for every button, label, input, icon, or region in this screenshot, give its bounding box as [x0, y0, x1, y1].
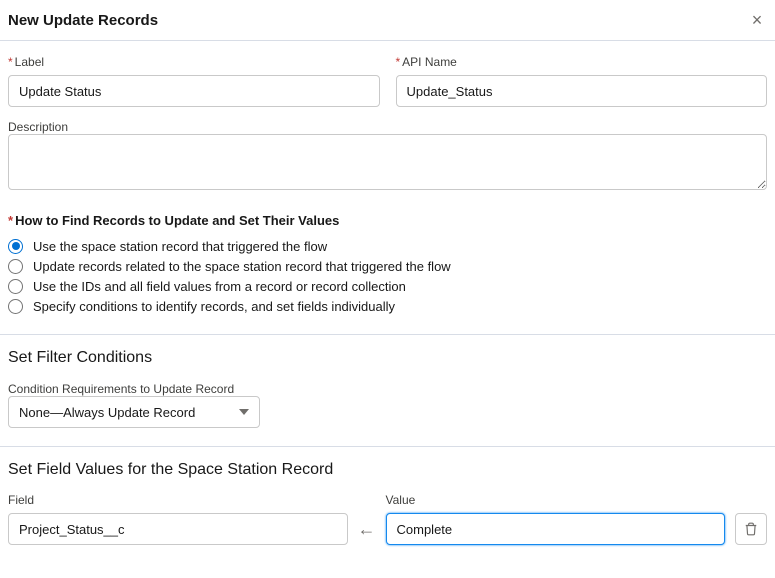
value-input[interactable]	[386, 513, 726, 545]
radio-option-1[interactable]: Update records related to the space stat…	[8, 256, 767, 276]
label-input[interactable]	[8, 75, 380, 107]
condition-requirements-select[interactable]: None—Always Update Record	[8, 396, 260, 428]
find-records-legend: How to Find Records to Update and Set Th…	[8, 213, 767, 228]
condition-requirements-label: Condition Requirements to Update Record	[8, 382, 234, 396]
assignment-arrow-icon: ←	[358, 513, 376, 545]
radio-label: Use the space station record that trigge…	[33, 239, 327, 254]
radio-option-2[interactable]: Use the IDs and all field values from a …	[8, 276, 767, 296]
api-name-label: API Name	[396, 55, 768, 69]
close-button[interactable]: ×	[747, 10, 767, 30]
field-column-label: Field	[8, 493, 348, 507]
radio-icon	[8, 239, 23, 254]
radio-option-3[interactable]: Specify conditions to identify records, …	[8, 296, 767, 316]
condition-requirements-value: None—Always Update Record	[19, 405, 195, 420]
radio-icon	[8, 279, 23, 294]
close-icon: ×	[752, 11, 763, 29]
dialog-title: New Update Records	[8, 12, 158, 29]
api-name-input[interactable]	[396, 75, 768, 107]
trash-icon	[744, 522, 758, 536]
radio-label: Use the IDs and all field values from a …	[33, 279, 406, 294]
filter-heading: Set Filter Conditions	[8, 349, 767, 367]
value-column-label: Value	[386, 493, 726, 507]
radio-label: Specify conditions to identify records, …	[33, 299, 395, 314]
radio-label: Update records related to the space stat…	[33, 259, 451, 274]
radio-icon	[8, 259, 23, 274]
chevron-down-icon	[239, 409, 249, 415]
delete-row-button[interactable]	[735, 513, 767, 545]
description-label: Description	[8, 120, 68, 134]
set-values-heading: Set Field Values for the Space Station R…	[8, 461, 767, 479]
field-input[interactable]	[8, 513, 348, 545]
radio-option-0[interactable]: Use the space station record that trigge…	[8, 236, 767, 256]
radio-icon	[8, 299, 23, 314]
description-input[interactable]	[8, 134, 767, 190]
label-field-label: Label	[8, 55, 380, 69]
